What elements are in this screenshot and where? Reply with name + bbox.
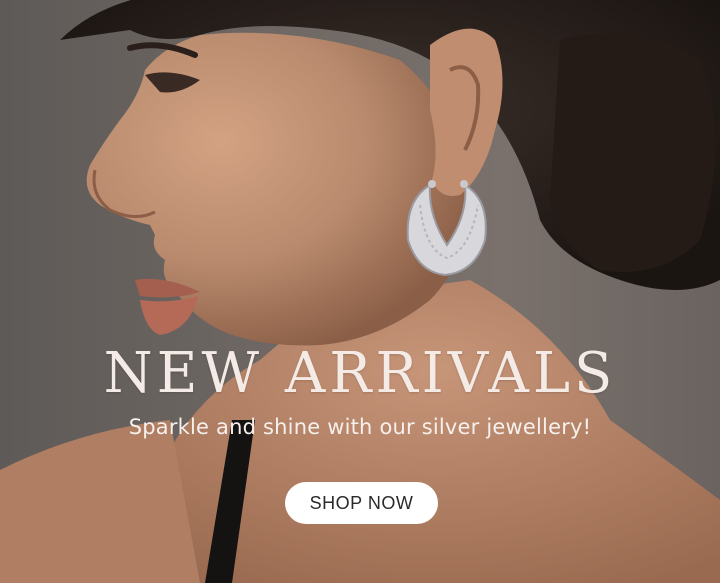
subheadline: Sparkle and shine with our silver jewell… bbox=[128, 415, 592, 439]
hero-banner: NEW ARRIVALS Sparkle and shine with our … bbox=[0, 0, 720, 583]
left-shoulder bbox=[0, 420, 200, 583]
face bbox=[86, 32, 471, 346]
shop-now-button[interactable]: SHOP NOW bbox=[285, 482, 438, 524]
headline: NEW ARRIVALS bbox=[103, 341, 617, 406]
ear bbox=[430, 28, 503, 196]
